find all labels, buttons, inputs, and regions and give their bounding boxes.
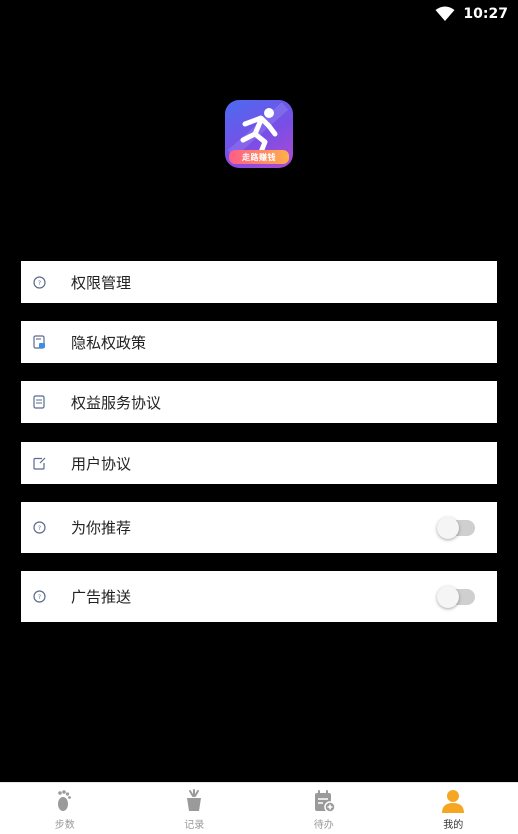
menu-item-label: 广告推送 — [71, 588, 132, 606]
info-circle-icon: ? — [32, 590, 46, 604]
svg-text:?: ? — [37, 280, 40, 287]
menu-item-privacy-policy[interactable]: 隐私权政策 — [21, 321, 497, 363]
status-time: 10:27 — [463, 6, 508, 22]
status-bar: 10:27 — [0, 0, 518, 28]
menu-item-service-agreement[interactable]: 权益服务协议 — [21, 381, 497, 423]
nav-item-todo[interactable]: 待办 — [259, 783, 389, 834]
person-icon — [442, 790, 465, 813]
nav-item-records[interactable]: 记录 — [130, 783, 260, 834]
screen: 10:27 走路赚钱 ? 权限管理 隐私权政策 权益服务协议 用户协议 ? 为你… — [0, 0, 518, 834]
menu-item-label: 为你推荐 — [71, 519, 132, 537]
menu-item-ad-push: ? 广告推送 — [21, 571, 497, 622]
info-circle-icon: ? — [32, 521, 46, 535]
cup-icon — [187, 789, 202, 811]
toggle-knob — [437, 516, 459, 539]
privacy-doc-icon — [32, 335, 46, 349]
app-logo: 走路赚钱 — [225, 100, 293, 168]
menu-item-label: 权益服务协议 — [71, 393, 162, 412]
bottom-nav: 步数 记录 待办 我的 — [0, 782, 518, 834]
edit-doc-icon — [32, 456, 46, 470]
nav-item-mine[interactable]: 我的 — [389, 783, 518, 834]
ad-push-toggle[interactable] — [437, 585, 475, 608]
nav-item-steps[interactable]: 步数 — [0, 783, 130, 834]
svg-text:?: ? — [37, 525, 40, 532]
nav-label: 待办 — [313, 820, 334, 831]
logo-badge: 走路赚钱 — [229, 150, 289, 164]
toggle-knob — [437, 585, 459, 608]
footprint-icon — [57, 790, 71, 811]
menu-item-label: 隐私权政策 — [71, 333, 147, 352]
calendar-add-icon — [314, 790, 336, 813]
wifi-icon — [435, 6, 455, 21]
nav-label: 记录 — [184, 820, 205, 831]
menu-item-label: 权限管理 — [71, 273, 132, 292]
menu-item-label: 用户协议 — [71, 454, 132, 473]
document-icon — [32, 395, 46, 409]
recommend-toggle[interactable] — [437, 516, 475, 539]
nav-label: 我的 — [443, 820, 464, 831]
menu-item-recommend: ? 为你推荐 — [21, 502, 497, 553]
menu-item-user-agreement[interactable]: 用户协议 — [21, 442, 497, 484]
nav-label: 步数 — [54, 820, 75, 831]
menu-item-permissions[interactable]: ? 权限管理 — [21, 261, 497, 303]
svg-text:?: ? — [37, 594, 40, 601]
info-circle-icon: ? — [32, 275, 46, 289]
